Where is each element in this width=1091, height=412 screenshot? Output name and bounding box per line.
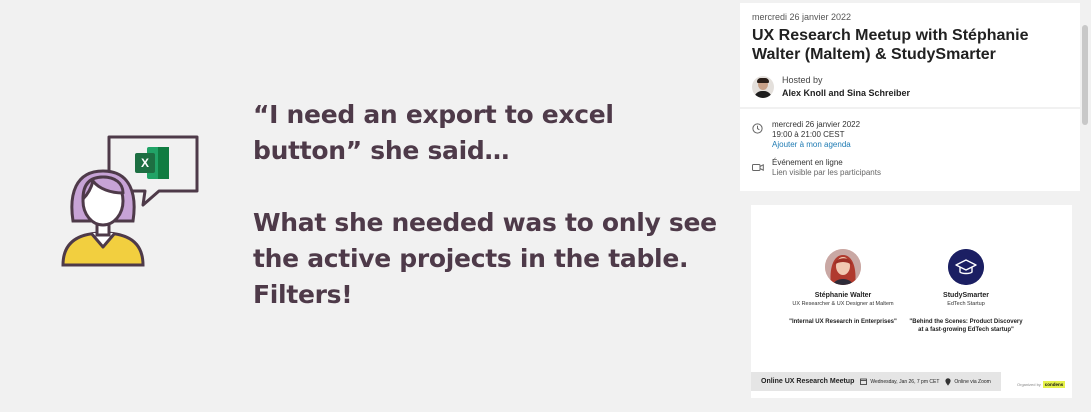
talk-title: "Internal UX Research in Enterprises": [789, 319, 897, 325]
speaker-role: EdTech Startup: [947, 301, 985, 307]
event-datetime: mercredi 26 janvier 2022 19:00 à 21:00 C…: [752, 120, 1068, 150]
event-side-panel: mercredi 26 janvier 2022 UX Research Mee…: [740, 3, 1080, 191]
organized-by-label: Organized by: [1017, 382, 1041, 387]
talk-title: "Behind the Scenes: Product Discovery at…: [909, 319, 1023, 333]
person-with-excel-speech-bubble-illustration: X: [59, 135, 201, 269]
online-subtitle: Lien visible par les participants: [772, 168, 881, 177]
answer-line-3: Filters!: [253, 280, 353, 309]
calendar-icon: [860, 378, 868, 385]
speaker-card-studysmarter: StudySmarter EdTech Startup "Behind the …: [906, 249, 1026, 334]
speaker-role: UX Researcher & UX Designer at Maltem: [792, 301, 894, 307]
event-header-card: mercredi 26 janvier 2022 UX Research Mee…: [740, 3, 1080, 107]
answer-line-2: the active projects in the table.: [253, 244, 689, 273]
clock-icon: [752, 120, 772, 150]
panel-scrollbar[interactable]: [1081, 3, 1089, 409]
scrollbar-thumb[interactable]: [1082, 25, 1088, 125]
event-title: UX Research Meetup with Stéphanie Walter…: [752, 27, 1029, 63]
host-label: Hosted by: [782, 75, 823, 85]
footer-title: Online UX Research Meetup: [761, 378, 855, 385]
banner-footer: Online UX Research Meetup Wednesday, Jan…: [751, 372, 1001, 391]
host-names[interactable]: Alex Knoll and Sina Schreiber: [782, 88, 910, 98]
studysmarter-logo: [948, 249, 984, 285]
location-pin-icon: [945, 377, 951, 386]
event-banner-image[interactable]: Stéphanie Walter UX Researcher & UX Desi…: [751, 205, 1072, 398]
excel-letter: X: [141, 156, 149, 170]
event-details-card: mercredi 26 janvier 2022 19:00 à 21:00 C…: [740, 109, 1080, 191]
presentation-slide: X “I need an export to excel button” she…: [3, 3, 738, 409]
event-date: mercredi 26 janvier 2022: [752, 12, 852, 22]
add-to-calendar-link[interactable]: Ajouter à mon agenda: [772, 140, 860, 150]
organizer-tag: Organized by condens: [1017, 381, 1066, 388]
organizer-brand: condens: [1042, 381, 1066, 388]
slide-quote-text: “I need an export to excel button” she s…: [253, 97, 733, 349]
speaker-photo: [825, 249, 861, 285]
datetime-time: 19:00 à 21:00 CEST: [772, 130, 845, 139]
speaker-name: Stéphanie Walter: [814, 292, 872, 299]
host-avatar[interactable]: [752, 75, 774, 98]
datetime-date: mercredi 26 janvier 2022: [772, 120, 861, 129]
host-row: Hosted by Alex Knoll and Sina Schreiber: [752, 75, 1068, 98]
quote-line-2: button” she said…: [253, 136, 510, 165]
quote-line-1: “I need an export to excel: [253, 100, 614, 129]
speaker-card-stephanie: Stéphanie Walter UX Researcher & UX Desi…: [783, 249, 903, 326]
answer-line-1: What she needed was to only see: [253, 208, 717, 237]
online-title: Événement en ligne: [772, 158, 843, 167]
video-camera-icon: [752, 158, 772, 178]
event-online-location: Événement en ligne Lien visible par les …: [752, 158, 1068, 178]
footer-location: Online via Zoom: [945, 377, 991, 386]
speaker-name: StudySmarter: [943, 292, 989, 299]
footer-date: Wednesday, Jan 26, 7 pm CET: [860, 378, 939, 385]
